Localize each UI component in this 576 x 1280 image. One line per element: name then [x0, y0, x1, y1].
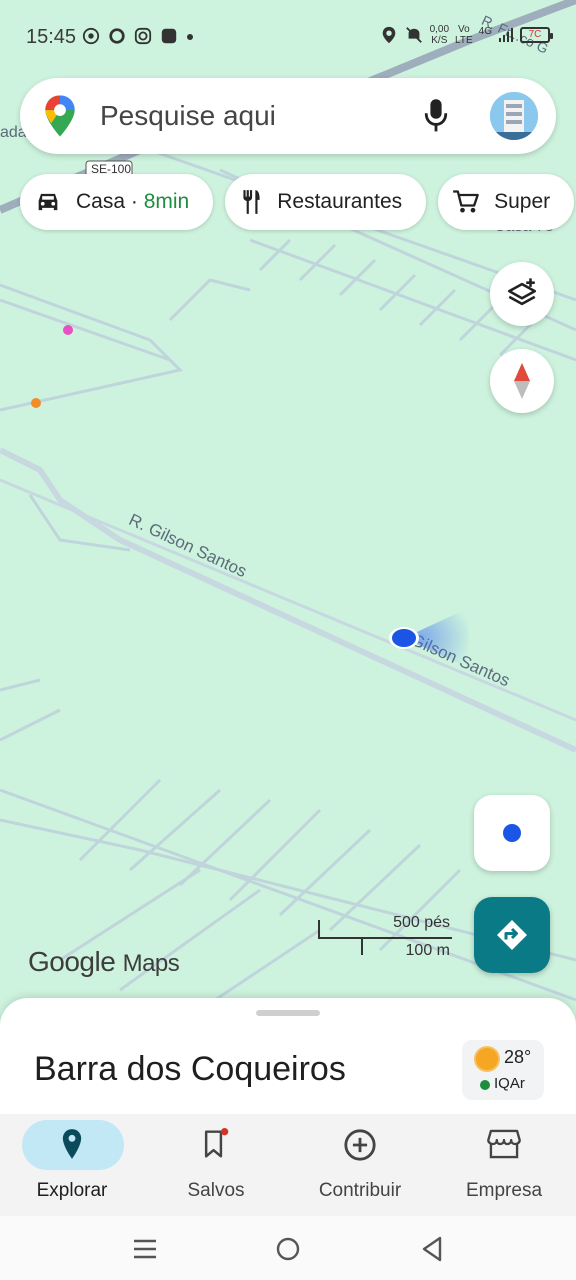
compass-icon	[514, 363, 530, 399]
recent-apps-icon[interactable]	[132, 1237, 158, 1261]
nav-explore[interactable]: Explorar	[0, 1114, 144, 1216]
nav-saved[interactable]: Salvos	[144, 1114, 288, 1216]
logo-google: Google	[28, 946, 116, 977]
my-location-icon	[503, 824, 521, 842]
volte-bottom: LTE	[455, 35, 473, 46]
net-speed-value: 0,00	[429, 24, 450, 35]
logo-maps: Maps	[122, 950, 180, 977]
chip-home[interactable]: Casa · 8min	[20, 174, 214, 230]
signal-icon	[499, 28, 513, 42]
restaurant-icon	[243, 190, 260, 214]
volte-top: Vo	[458, 24, 470, 35]
bottom-sheet[interactable]: Barra dos Coqueiros 28° IQAr	[0, 998, 576, 1118]
chip-home-label: Casa ·	[76, 190, 144, 213]
home-icon[interactable]	[275, 1236, 301, 1262]
chrome-icon	[109, 28, 125, 44]
nav-business-label: Empresa	[465, 1180, 543, 1201]
nav-contribute-label: Contribuir	[318, 1180, 402, 1201]
mic-icon[interactable]	[422, 96, 450, 136]
scale-feet: 500 pés	[393, 914, 450, 931]
temperature: 28°	[504, 1047, 532, 1067]
place-name: Barra dos Coqueiros	[34, 1050, 346, 1088]
car-icon	[38, 193, 58, 211]
notification-icons	[82, 27, 194, 45]
air-quality-dot	[480, 1080, 490, 1090]
chip-restaurants-label: Restaurantes	[277, 190, 403, 213]
scale-tick	[361, 937, 363, 955]
layers-icon	[507, 278, 537, 306]
compass-button[interactable]	[490, 349, 554, 413]
sheet-drag-handle[interactable]	[256, 1010, 320, 1016]
more-notifications-icon	[187, 34, 193, 40]
status-right: 0,00 K/S Vo LTE 4G 7C	[380, 24, 553, 46]
location-status-icon	[382, 26, 395, 44]
battery-icon: 7C	[520, 27, 553, 43]
air-quality-label: IQAr	[494, 1075, 525, 1092]
nav-saved-label: Salvos	[187, 1180, 245, 1201]
system-navigation-bar	[0, 1216, 576, 1280]
search-input[interactable]: Pesquise aqui	[100, 100, 276, 132]
sun-icon	[476, 1048, 498, 1070]
status-bar: 15:45 0,00 K/S Vo LTE 4G 7C	[0, 0, 576, 76]
weather-chip[interactable]: 28° IQAr	[462, 1040, 544, 1100]
bottom-navigation: Explorar Salvos Contribuir Empresa	[0, 1114, 576, 1216]
nav-business[interactable]: Empresa	[432, 1114, 576, 1216]
directions-icon	[497, 920, 527, 950]
account-avatar[interactable]	[490, 92, 538, 140]
bookmark-icon	[204, 1128, 229, 1158]
back-icon[interactable]	[420, 1236, 444, 1262]
pin-icon	[62, 1129, 82, 1159]
category-chips: Casa · 8min Restaurantes Super	[20, 174, 575, 230]
mute-icon	[405, 27, 422, 43]
current-location-marker[interactable]	[384, 608, 474, 668]
google-maps-pin-icon	[45, 95, 75, 137]
chip-supermarkets-label: Super	[494, 190, 551, 213]
scale-meters: 100 m	[405, 942, 450, 959]
avatar-image	[490, 92, 538, 140]
search-bar[interactable]: Pesquise aqui	[20, 78, 556, 154]
chip-restaurants[interactable]: Restaurantes	[225, 174, 427, 230]
app-icon	[161, 28, 177, 44]
nav-explore-label: Explorar	[36, 1180, 108, 1201]
directions-button[interactable]	[474, 897, 550, 973]
net-speed-unit: K/S	[431, 35, 448, 46]
layers-button[interactable]	[490, 262, 554, 326]
my-location-button[interactable]	[474, 795, 550, 871]
net-speed: 0,00 K/S	[430, 24, 449, 46]
store-icon	[487, 1129, 521, 1159]
nav-contribute[interactable]: Contribuir	[288, 1114, 432, 1216]
google-maps-logo: Google Maps	[28, 946, 180, 978]
cart-icon	[453, 190, 479, 213]
map-scale: 500 pés 100 m	[318, 914, 452, 960]
chip-supermarkets[interactable]: Super	[438, 174, 575, 230]
chip-home-eta: 8min	[143, 190, 190, 213]
signal-type: 4G	[478, 25, 492, 37]
add-circle-icon	[344, 1129, 376, 1161]
whatsapp-icon	[82, 27, 100, 45]
status-time: 15:45	[26, 26, 77, 48]
instagram-icon	[134, 27, 152, 45]
volte: Vo LTE	[455, 24, 473, 46]
scale-bar	[318, 937, 452, 939]
